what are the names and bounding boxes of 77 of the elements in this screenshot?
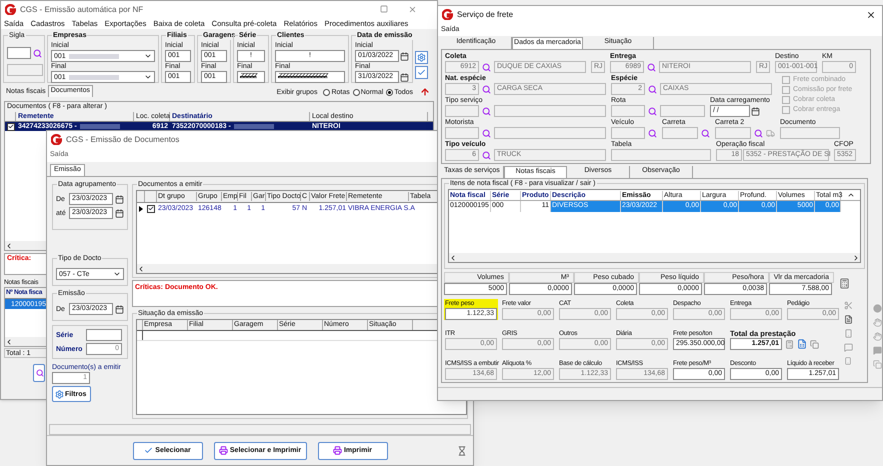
search-icon[interactable] <box>482 150 491 160</box>
phone-icon[interactable] <box>844 329 853 338</box>
input-field[interactable] <box>7 64 43 76</box>
calendar-icon[interactable] <box>115 304 124 314</box>
search-icon[interactable] <box>482 84 491 94</box>
scissors-icon[interactable] <box>844 301 853 310</box>
calculator-icon[interactable] <box>839 278 850 289</box>
search-icon[interactable] <box>482 106 491 116</box>
input-field[interactable] <box>611 105 645 117</box>
search-icon[interactable] <box>648 128 657 138</box>
gear-icon <box>417 53 426 62</box>
hourglass-icon <box>457 446 467 456</box>
input-field[interactable] <box>494 105 606 117</box>
window-title: CGS - Emissão automática por NF <box>20 4 144 14</box>
phone-icon[interactable] <box>844 357 852 365</box>
input-field[interactable] <box>611 149 711 161</box>
confirm-button[interactable] <box>415 66 428 79</box>
checkbox[interactable] <box>147 204 155 212</box>
document-icon[interactable] <box>844 315 853 324</box>
check-icon <box>417 68 426 77</box>
checkbox[interactable] <box>6 122 14 130</box>
checkbox[interactable] <box>782 76 790 84</box>
calendar-icon[interactable] <box>400 72 409 82</box>
redacted-text <box>234 124 274 129</box>
calendar-icon[interactable] <box>400 52 409 60</box>
search-icon[interactable] <box>33 48 42 58</box>
search-icon[interactable] <box>482 62 491 72</box>
calendar-icon[interactable] <box>751 106 760 116</box>
logo-icon <box>51 134 62 144</box>
search-icon[interactable] <box>701 128 710 138</box>
message-icon[interactable] <box>844 343 853 352</box>
search-icon[interactable] <box>648 84 657 94</box>
checkbox[interactable] <box>782 86 790 94</box>
redacted-text <box>80 124 120 129</box>
input-field[interactable] <box>494 127 606 139</box>
printer-icon <box>332 446 342 455</box>
scroll-left-icon[interactable] <box>449 254 457 262</box>
input-field[interactable] <box>715 127 751 139</box>
search-icon[interactable] <box>647 62 656 72</box>
checkbox[interactable] <box>782 96 790 104</box>
search-icon[interactable] <box>648 106 657 116</box>
scroll-left-icon[interactable] <box>5 242 13 250</box>
arrow-up-icon[interactable] <box>420 87 430 97</box>
scroll-right-icon[interactable] <box>852 254 860 262</box>
redacted-text <box>68 54 119 58</box>
scroll-left-icon[interactable] <box>5 338 13 346</box>
input-field[interactable] <box>7 47 31 59</box>
search-button[interactable] <box>33 364 45 382</box>
search-icon[interactable] <box>482 128 491 138</box>
input-field[interactable] <box>445 105 479 117</box>
copy-icon[interactable] <box>810 340 819 348</box>
calendar-icon[interactable] <box>115 194 124 204</box>
scroll-up-icon[interactable] <box>847 191 855 199</box>
settings-button[interactable] <box>415 51 428 64</box>
input-field[interactable] <box>660 105 705 117</box>
printer-icon <box>218 446 228 455</box>
window-title: Serviço de frete <box>457 10 514 19</box>
input-field[interactable] <box>86 329 122 341</box>
gear-icon <box>55 390 64 398</box>
calculator-icon[interactable] <box>785 340 794 348</box>
spreadsheet-icon[interactable] <box>797 339 807 349</box>
window-title: CGS - Emissão de Documentos <box>66 134 180 144</box>
calendar-icon[interactable] <box>115 208 124 218</box>
input-field[interactable] <box>780 127 840 139</box>
logo-icon <box>442 9 453 20</box>
maximize-icon[interactable] <box>380 5 388 13</box>
redacted-text <box>68 74 119 80</box>
checkbox[interactable] <box>782 106 790 114</box>
input-field[interactable] <box>662 127 698 139</box>
check-icon <box>144 446 154 455</box>
search-icon <box>36 368 44 378</box>
close-icon[interactable] <box>866 10 876 20</box>
scroll-left-icon[interactable] <box>137 264 145 272</box>
input-field[interactable] <box>445 127 479 139</box>
input-field[interactable] <box>611 127 645 139</box>
logo-icon <box>5 4 16 14</box>
search-icon[interactable] <box>754 128 763 138</box>
